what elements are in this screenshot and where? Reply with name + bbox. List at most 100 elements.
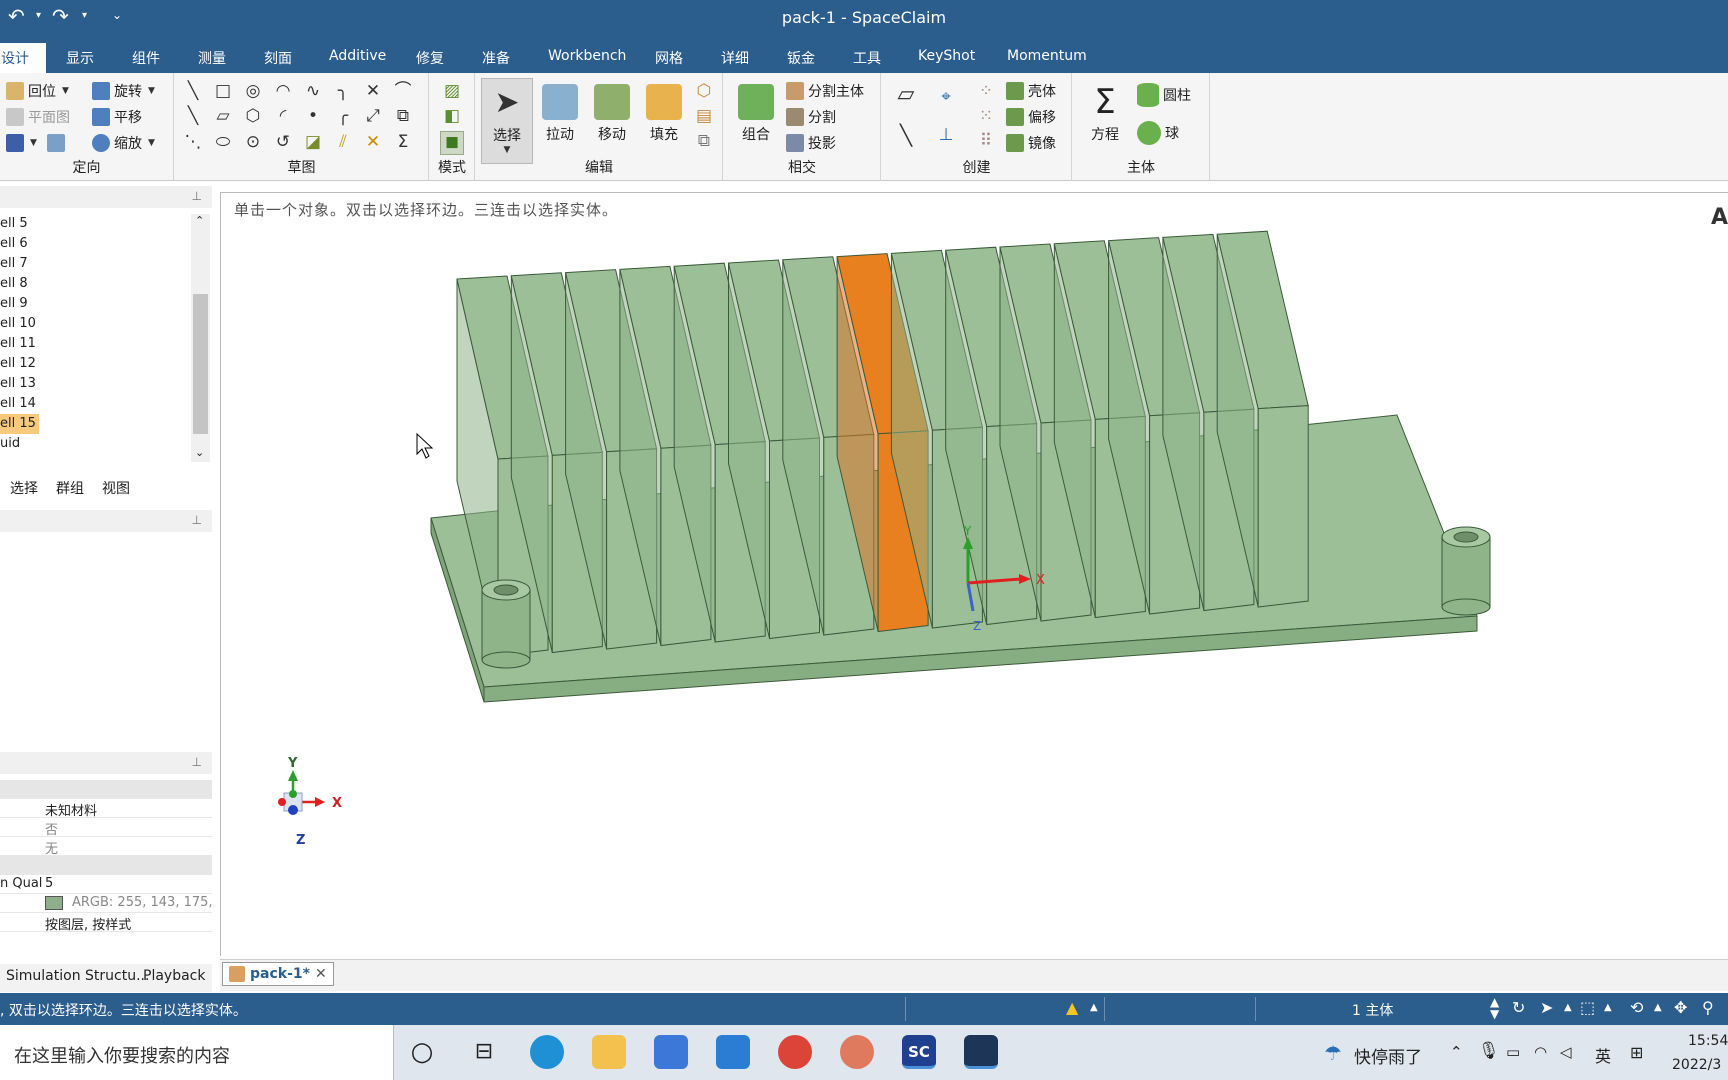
shell-button[interactable]: 壳体: [1006, 80, 1056, 102]
scroll-down-icon[interactable]: ⌄: [195, 446, 204, 459]
wifi-icon[interactable]: ◠: [1534, 1043, 1547, 1061]
tree-item[interactable]: ell 14: [0, 394, 190, 414]
fillet-icon[interactable]: ╮: [333, 81, 353, 101]
tab-momentum[interactable]: Momentum: [1007, 48, 1087, 64]
input-mode-icon[interactable]: ⊞: [1630, 1043, 1643, 1062]
circular-pattern-icon[interactable]: ⁙: [976, 106, 996, 126]
split-line-icon[interactable]: ✕: [363, 132, 383, 152]
tab-playback[interactable]: Playback: [143, 968, 205, 984]
tab-sheet-metal[interactable]: 钣金: [787, 48, 815, 68]
circle-icon[interactable]: ◎: [243, 81, 263, 101]
tab-views[interactable]: 视图: [102, 478, 130, 498]
tab-design[interactable]: 设计: [0, 43, 46, 73]
fill-button[interactable]: 填充: [638, 78, 690, 156]
sweep-arc-icon[interactable]: ◜: [273, 106, 293, 126]
home-button[interactable]: 回位 ▼: [6, 80, 69, 102]
rotate-tool-icon[interactable]: ↻: [1512, 998, 1525, 1017]
workbench-icon[interactable]: [964, 1035, 998, 1069]
select-button[interactable]: ➤ 选择 ▼: [481, 78, 533, 164]
construction-line-icon[interactable]: ⋱: [183, 132, 203, 152]
pin-icon[interactable]: ⊥: [192, 513, 202, 527]
tree-item-selected[interactable]: ell 15: [0, 414, 39, 434]
combine-button[interactable]: 组合: [730, 78, 782, 156]
tab-repair[interactable]: 修复: [416, 48, 444, 68]
pin-icon[interactable]: ⊥: [192, 189, 202, 203]
pan-tool-icon[interactable]: ✥: [1674, 998, 1687, 1017]
plane-icon[interactable]: ▱: [894, 84, 918, 109]
project-button[interactable]: 投影: [786, 132, 836, 154]
blend-icon[interactable]: ⬡: [694, 81, 714, 101]
zoom-button[interactable]: 缩放 ▼: [92, 132, 155, 154]
tree-item[interactable]: ell 12: [0, 354, 190, 374]
color-swatch[interactable]: [45, 896, 63, 910]
extend-icon[interactable]: ⤢: [363, 106, 383, 126]
tangent-line-icon[interactable]: ╲: [183, 106, 203, 126]
mail-icon[interactable]: [716, 1035, 750, 1069]
spin-button[interactable]: 旋转 ▼: [92, 80, 155, 102]
split-body-button[interactable]: 分割主体: [786, 80, 864, 102]
replace-icon[interactable]: ⧉: [694, 131, 714, 151]
tree-item[interactable]: ell 6: [0, 234, 190, 254]
microphone-icon[interactable]: 🎙: [1478, 1041, 1500, 1061]
tree-item[interactable]: ell 13: [0, 374, 190, 394]
tree-item[interactable]: ell 11: [0, 334, 190, 354]
box-select-icon[interactable]: ⬚: [1580, 998, 1595, 1017]
bend-icon[interactable]: ⌒: [393, 81, 413, 101]
pan-button[interactable]: 平移: [92, 106, 142, 128]
three-point-circle-icon[interactable]: ⊙: [243, 132, 263, 152]
tab-workbench[interactable]: Workbench: [548, 48, 626, 64]
box-select-dropdown-icon[interactable]: ▲: [1604, 1002, 1612, 1013]
fill-pattern-icon[interactable]: ⠿: [976, 131, 996, 151]
spline-icon[interactable]: ∿: [303, 81, 323, 101]
cylinder-button[interactable]: 圆柱: [1137, 83, 1191, 107]
equation-button[interactable]: Σ 方程: [1079, 78, 1131, 156]
property-row-color[interactable]: ARGB: 255, 143, 175,: [0, 894, 213, 913]
arc-icon[interactable]: ◠: [273, 81, 293, 101]
scroll-up-icon[interactable]: ⌃: [195, 214, 204, 227]
section-mode-icon[interactable]: ◧: [442, 106, 462, 126]
point-icon[interactable]: •: [303, 106, 323, 126]
coordinate-system-icon[interactable]: ⊥: [936, 125, 956, 145]
rectangle-icon[interactable]: □: [213, 81, 233, 101]
close-tab-icon[interactable]: ✕: [315, 966, 327, 982]
sphere-button[interactable]: 球: [1137, 121, 1179, 145]
tree-item[interactable]: ell 8: [0, 274, 190, 294]
ellipse-icon[interactable]: ⬭: [213, 132, 233, 152]
view-triad[interactable]: Y X Z: [278, 756, 342, 848]
spaceclaim-icon[interactable]: SC: [902, 1035, 936, 1069]
three-point-rect-icon[interactable]: ▱: [213, 106, 233, 126]
heat-sink-model[interactable]: Y X Z Y X Z: [221, 193, 1728, 957]
warning-dropdown-icon[interactable]: ▲: [1090, 1002, 1098, 1013]
axis-icon[interactable]: ╲: [894, 125, 918, 149]
pin-icon[interactable]: ⊥: [192, 755, 202, 769]
store-icon[interactable]: [654, 1035, 688, 1069]
three-point-arc-icon[interactable]: ↺: [273, 132, 293, 152]
linear-pattern-icon[interactable]: ⁘: [976, 81, 996, 101]
tab-measure[interactable]: 测量: [198, 48, 226, 68]
app-icon[interactable]: [840, 1035, 874, 1069]
property-row-style[interactable]: 按图层, 按样式: [0, 913, 212, 933]
weather-icon[interactable]: ☂: [1324, 1041, 1342, 1065]
scroll-thumb[interactable]: [193, 294, 208, 434]
property-row-material[interactable]: 未知材料: [0, 799, 212, 819]
ime-indicator[interactable]: 英: [1595, 1043, 1611, 1067]
tab-keyshot[interactable]: KeyShot: [918, 48, 975, 64]
polygon-icon[interactable]: ⬡: [243, 106, 263, 126]
orbit-icon[interactable]: ⟲: [1630, 998, 1643, 1017]
battery-icon[interactable]: ▭: [1506, 1043, 1520, 1061]
trim-icon[interactable]: ✕: [363, 81, 383, 101]
property-row[interactable]: 无: [0, 837, 212, 857]
tweak-face-icon[interactable]: ▤: [694, 106, 714, 126]
3d-mode-icon[interactable]: ◼: [440, 131, 464, 155]
tab-selection[interactable]: 选择: [10, 478, 38, 498]
move-button[interactable]: 移动: [586, 78, 638, 156]
standoff-left[interactable]: [481, 579, 531, 669]
equation-curve-icon[interactable]: Σ: [393, 132, 413, 152]
warning-icon[interactable]: ▲: [1066, 998, 1078, 1017]
tab-assembly[interactable]: 组件: [132, 48, 160, 68]
tree-scrollbar[interactable]: ⌃ ⌄: [191, 214, 210, 462]
origin-icon[interactable]: ⌖: [936, 87, 956, 107]
tab-detail[interactable]: 详细: [721, 48, 749, 68]
tray-expand-icon[interactable]: ⌃: [1450, 1043, 1463, 1061]
task-view-icon[interactable]: ⊟: [467, 1035, 501, 1069]
